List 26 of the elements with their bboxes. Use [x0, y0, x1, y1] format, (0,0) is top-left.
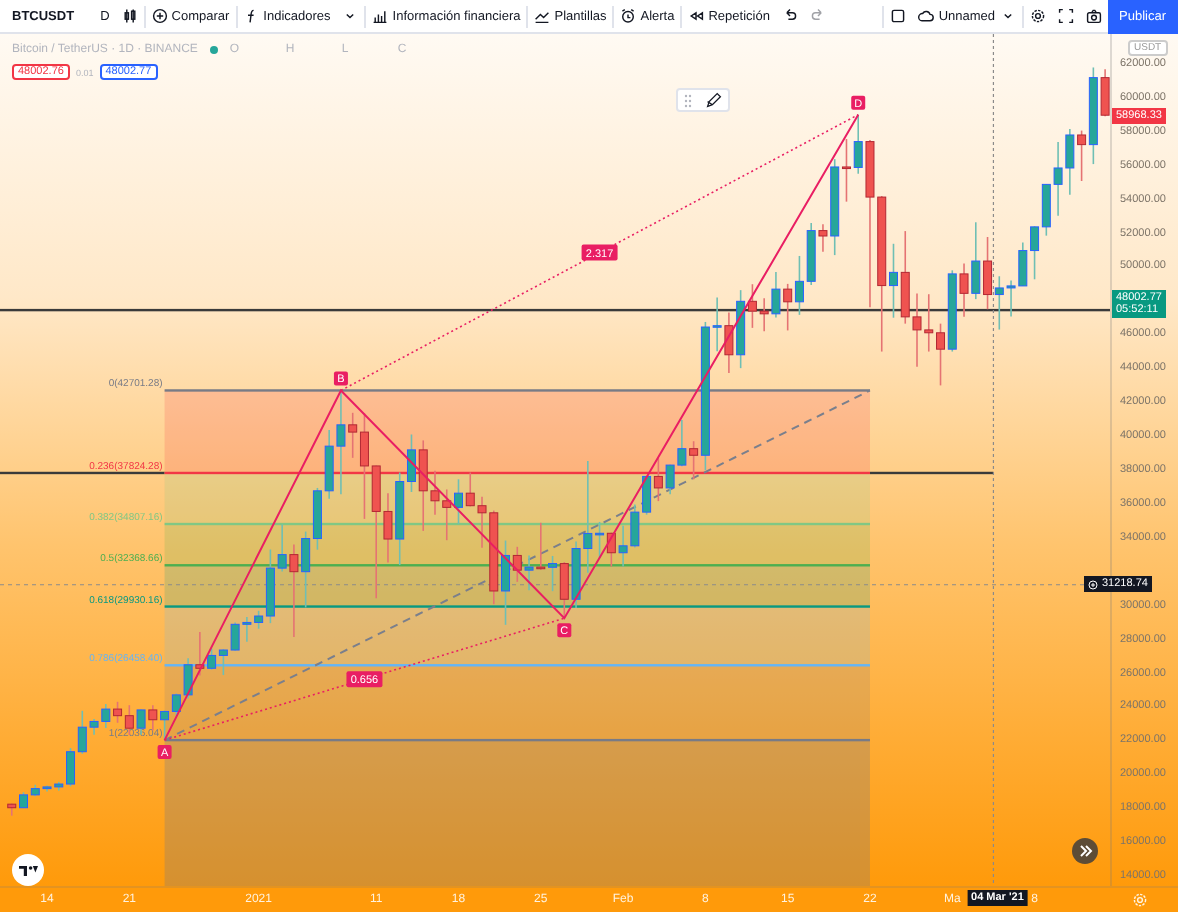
candles-icon — [121, 8, 138, 24]
add-icon[interactable] — [1088, 579, 1098, 590]
template-icon — [534, 8, 551, 24]
pen-icon[interactable] — [705, 92, 722, 108]
cloud-icon — [918, 8, 935, 24]
caret-icon — [342, 8, 359, 24]
horizontal-line[interactable] — [870, 471, 994, 475]
settings-icon — [1029, 8, 1046, 24]
square-icon — [890, 8, 907, 24]
scroll-to-latest-icon[interactable] — [1072, 838, 1098, 864]
trend-line[interactable] — [163, 389, 871, 742]
pattern-line[interactable] — [163, 113, 860, 742]
drag-handle-icon[interactable] — [684, 93, 693, 107]
function-icon — [243, 8, 260, 24]
alarm-clock-icon — [620, 8, 637, 24]
plus-icon — [151, 8, 168, 24]
redo-icon — [809, 8, 826, 24]
logo-icon[interactable] — [12, 854, 44, 886]
caret-icon — [999, 8, 1016, 24]
undo-icon — [781, 8, 798, 24]
horizontal-line[interactable] — [0, 471, 165, 475]
camera-icon — [1085, 8, 1102, 24]
fullscreen-icon — [1057, 8, 1074, 24]
rewind-icon — [688, 8, 705, 24]
bar-chart-icon — [372, 8, 389, 24]
horizontal-line[interactable] — [0, 308, 1110, 312]
